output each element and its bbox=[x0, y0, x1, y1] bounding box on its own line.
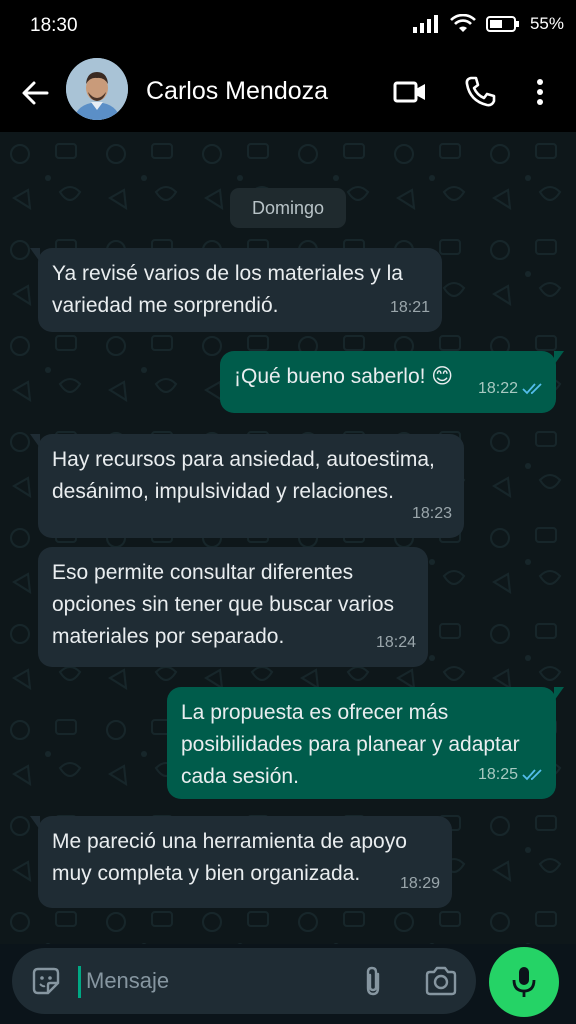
message-text: Hay recursos para ansiedad, autoestima, … bbox=[52, 444, 435, 508]
message-line: ¡Qué bueno saberlo! 😊 bbox=[234, 365, 454, 388]
battery-icon bbox=[485, 16, 519, 32]
double-check-icon bbox=[522, 383, 542, 395]
message-bubble-incoming[interactable]: Eso permite consultar diferentes opcione… bbox=[38, 547, 428, 667]
message-text: ¡Qué bueno saberlo! 😊 bbox=[234, 361, 453, 393]
message-bubble-outgoing[interactable]: ¡Qué bueno saberlo! 😊 18:22 bbox=[220, 351, 564, 413]
message-text: La propuesta es ofrecer más posibilidade… bbox=[181, 697, 520, 793]
video-call-icon[interactable] bbox=[392, 74, 428, 110]
phone-icon[interactable] bbox=[462, 74, 498, 110]
message-meta: 18:24 bbox=[376, 627, 416, 659]
message-line: muy completa y bien organizada. bbox=[52, 862, 361, 885]
message-bubble-outgoing[interactable]: La propuesta es ofrecer más posibilidade… bbox=[167, 687, 564, 799]
message-composer[interactable] bbox=[12, 948, 476, 1014]
message-time: 18:22 bbox=[477, 380, 518, 397]
more-vert-icon[interactable] bbox=[522, 74, 558, 110]
chat-header: Carlos Mendoza bbox=[0, 52, 576, 132]
message-bubble-incoming[interactable]: Ya revisé varios de los materiales y la … bbox=[30, 248, 442, 332]
bubble-tail bbox=[30, 434, 40, 448]
message-meta: 18:25 bbox=[478, 759, 544, 791]
message-input[interactable] bbox=[84, 960, 348, 1002]
message-line: La propuesta es ofrecer más bbox=[181, 701, 449, 724]
message-meta: 18:23 bbox=[412, 498, 452, 530]
signal-icon bbox=[412, 15, 438, 33]
message-line: Ya revisé varios de los materiales y la bbox=[52, 262, 403, 285]
status-icons: 55% bbox=[412, 14, 564, 34]
date-separator: Domingo bbox=[230, 188, 346, 228]
message-line: desánimo, impulsividad y relaciones. bbox=[52, 480, 394, 503]
status-bar: 18:30 55% bbox=[0, 0, 576, 52]
message-bubble-incoming[interactable]: Hay recursos para ansiedad, autoestima, … bbox=[30, 434, 464, 538]
message-text: Me pareció una herramienta de apoyo muy … bbox=[52, 826, 407, 890]
message-meta: 18:21 bbox=[390, 292, 430, 324]
message-time: 18:25 bbox=[477, 766, 518, 783]
contact-name[interactable]: Carlos Mendoza bbox=[146, 77, 328, 106]
bubble-tail bbox=[30, 816, 40, 830]
message-list[interactable]: Domingo Ya revisé varios de los material… bbox=[0, 132, 576, 944]
emoji-sticker-icon[interactable] bbox=[30, 965, 62, 997]
voice-record-button[interactable] bbox=[489, 947, 559, 1017]
message-line: posibilidades para planear y adaptar bbox=[181, 733, 520, 756]
wifi-icon bbox=[450, 14, 476, 32]
message-line: cada sesión. bbox=[181, 765, 299, 788]
message-line: variedad me sorprendió. bbox=[52, 294, 279, 317]
message-time: 18:29 bbox=[399, 875, 440, 892]
composer-bar bbox=[0, 944, 576, 1024]
message-line: Eso permite consultar diferentes bbox=[52, 561, 354, 584]
battery-percent: 55% bbox=[529, 14, 564, 33]
message-line: materiales por separado. bbox=[52, 625, 285, 648]
message-text: Ya revisé varios de los materiales y la … bbox=[52, 258, 403, 322]
status-time: 18:30 bbox=[30, 15, 78, 36]
double-check-icon bbox=[522, 769, 542, 781]
message-line: opciones sin tener que buscar varios bbox=[52, 593, 395, 616]
message-time: 18:21 bbox=[389, 299, 430, 316]
message-time: 18:24 bbox=[375, 634, 416, 651]
paperclip-icon[interactable] bbox=[358, 965, 388, 997]
message-time: 18:23 bbox=[411, 505, 452, 522]
text-caret bbox=[78, 966, 81, 998]
message-line: Hay recursos para ansiedad, autoestima, bbox=[52, 448, 435, 471]
bubble-tail bbox=[554, 687, 564, 701]
message-line: Me pareció una herramienta de apoyo bbox=[52, 830, 407, 853]
message-bubble-incoming[interactable]: Me pareció una herramienta de apoyo muy … bbox=[30, 816, 452, 908]
message-meta: 18:29 bbox=[400, 868, 440, 900]
message-meta: 18:22 bbox=[478, 373, 544, 405]
avatar[interactable] bbox=[66, 58, 128, 120]
arrow-left-icon[interactable] bbox=[18, 76, 52, 110]
bubble-tail bbox=[554, 351, 564, 365]
message-text: Eso permite consultar diferentes opcione… bbox=[52, 557, 394, 653]
camera-icon[interactable] bbox=[424, 965, 458, 997]
bubble-tail bbox=[30, 248, 40, 262]
microphone-icon bbox=[512, 967, 536, 997]
avatar-image bbox=[66, 58, 128, 120]
